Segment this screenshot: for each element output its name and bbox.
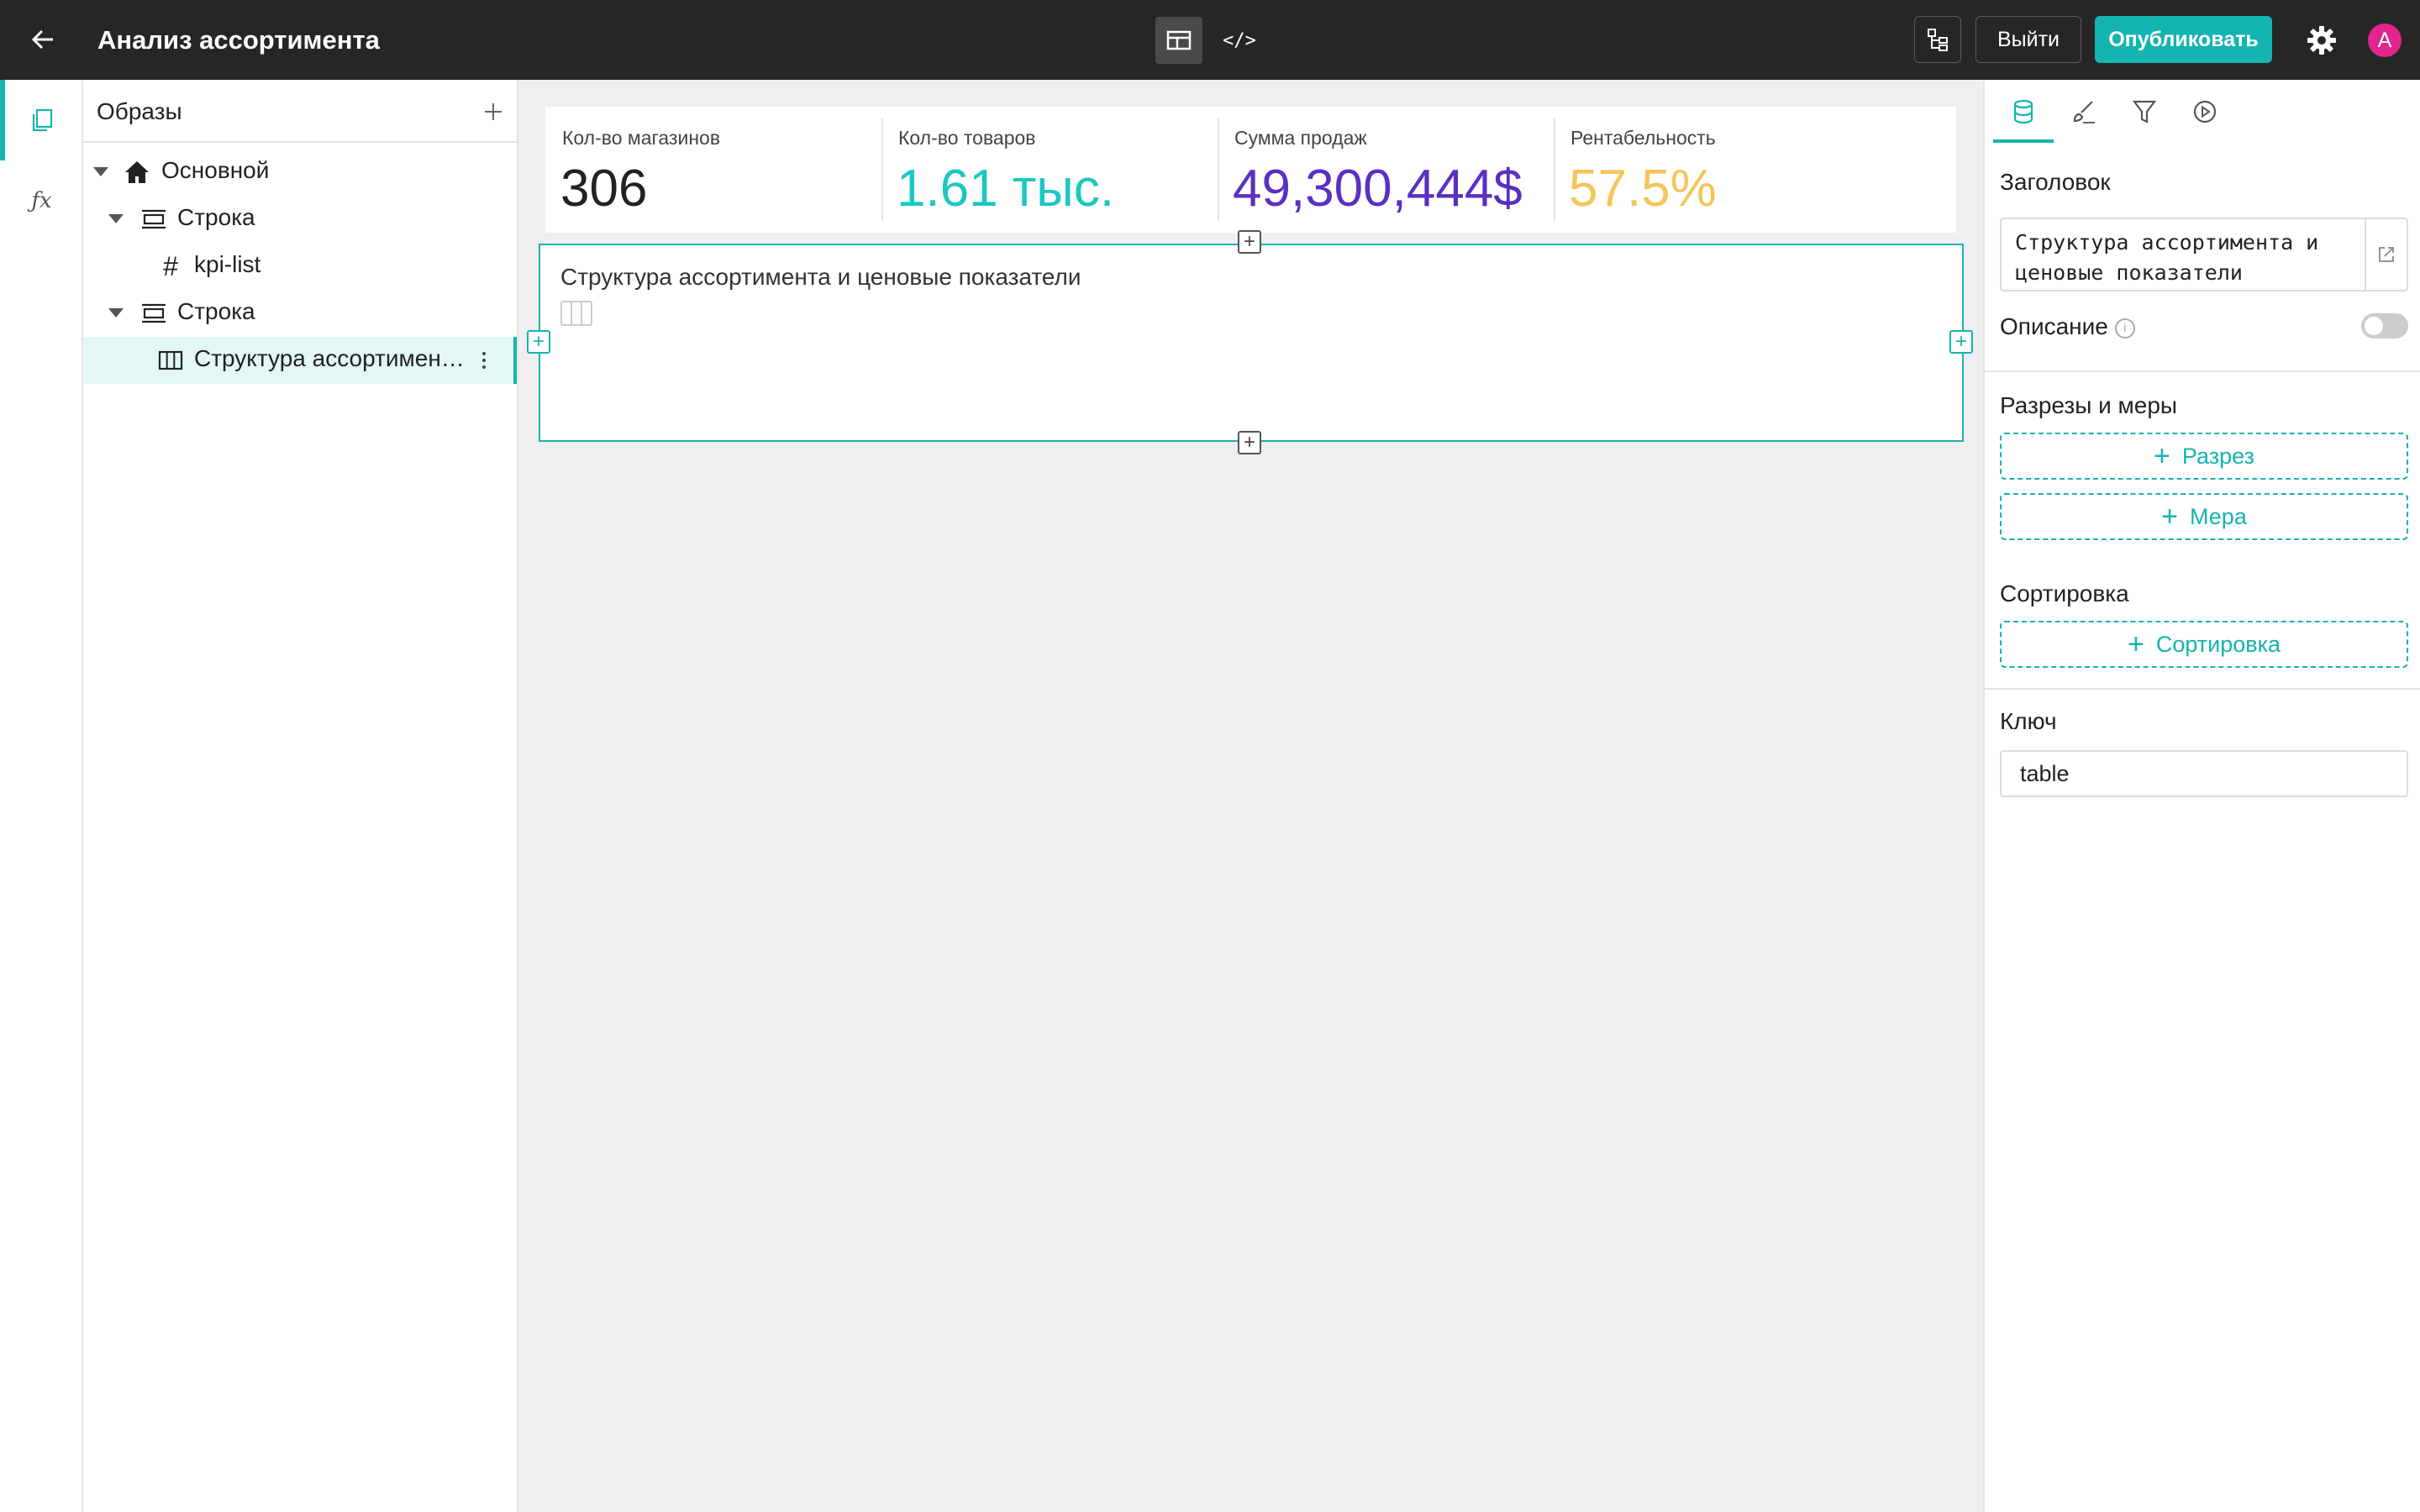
tree-item-label: Основной [161, 157, 270, 183]
gear-icon [2307, 26, 2336, 55]
kpi-card[interactable]: Сумма продаж 49,300,444$ [1218, 107, 1554, 233]
pages-icon [32, 108, 52, 132]
home-icon [122, 157, 152, 187]
tree-item-main[interactable]: Основной [83, 149, 517, 196]
external-link-icon [2379, 247, 2394, 262]
caret-down-icon[interactable] [108, 214, 124, 223]
kpi-card[interactable]: Кол-во товаров 1.61 тыс. [881, 107, 1218, 233]
kpi-label: Рентабельность [1570, 127, 1716, 149]
plus-icon [485, 103, 502, 120]
add-dimension-label: Разрез [2181, 443, 2254, 469]
info-icon[interactable]: i [2114, 318, 2135, 339]
add-sort-label: Сортировка [2155, 631, 2281, 657]
tree-item-label: Строка [177, 298, 255, 324]
sort-label: Сортировка [2000, 580, 2129, 606]
play-circle-icon [2193, 100, 2217, 123]
more-vertical-icon[interactable] [471, 344, 497, 377]
layout-mode-button[interactable] [1155, 17, 1202, 64]
kpi-value: 306 [560, 160, 648, 218]
structure-icon [1928, 29, 1948, 51]
widget-title: Структура ассортимента и ценовые показат… [560, 264, 1081, 290]
tree-panel: Образы Основной Строка # kpi-list Строка [83, 80, 518, 1512]
add-below-handle[interactable]: + [1238, 431, 1261, 454]
divider [1985, 370, 2420, 372]
add-dimension-button[interactable]: + Разрез [2000, 433, 2408, 480]
add-above-handle[interactable]: + [1238, 230, 1261, 254]
code-mode-button[interactable]: </> [1216, 17, 1263, 64]
kpi-label: Кол-во товаров [898, 127, 1036, 149]
kpi-card[interactable]: Рентабельность 57.5% [1554, 107, 1956, 233]
dims-measures-label: Разрезы и меры [2000, 392, 2178, 418]
key-input[interactable]: table [2000, 750, 2408, 797]
tree-item-kpi-list[interactable]: # kpi-list [83, 243, 517, 290]
description-toggle[interactable] [2361, 313, 2408, 339]
table-placeholder-icon [560, 301, 592, 326]
tree-item-label: Структура ассортимен… [194, 345, 465, 371]
heading-label: Заголовок [2000, 169, 2111, 195]
plus-icon: + [2154, 440, 2170, 472]
kpi-value: 1.61 тыс. [897, 160, 1115, 218]
kpi-card[interactable]: Кол-во магазинов 306 [545, 107, 881, 233]
layout-icon [1166, 30, 1192, 50]
rail-pages-button[interactable] [0, 80, 83, 160]
tree-item-row[interactable]: Строка [83, 196, 517, 243]
add-measure-label: Мера [2190, 503, 2247, 529]
page-title: Анализ ассортимента [97, 25, 380, 55]
left-rail: ƒx [0, 80, 83, 1512]
table-widget[interactable]: Структура ассортимента и ценовые показат… [539, 244, 1964, 442]
add-view-button[interactable] [475, 93, 512, 130]
avatar[interactable]: A [2368, 24, 2402, 57]
row-icon [139, 204, 169, 234]
database-icon [2013, 99, 2033, 123]
tree-item-label: Строка [177, 204, 255, 230]
add-sort-button[interactable]: + Сортировка [2000, 621, 2408, 668]
settings-button[interactable] [2298, 17, 2345, 64]
row-icon [139, 298, 169, 328]
tree-item-row[interactable]: Строка [83, 290, 517, 337]
properties-panel: Заголовок Структура ассортимента и ценов… [1983, 80, 2420, 1512]
back-button[interactable] [20, 17, 66, 62]
plus-icon: + [2161, 501, 2178, 533]
tree-item-table[interactable]: Структура ассортимен… [83, 337, 517, 384]
rail-formulas-button[interactable]: ƒx [0, 160, 83, 241]
brush-icon [2073, 100, 2095, 123]
caret-down-icon[interactable] [93, 167, 108, 176]
filter-icon [2133, 100, 2156, 123]
heading-value[interactable]: Структура ассортимента и ценовые показат… [2015, 228, 2360, 288]
tab-actions[interactable] [2175, 80, 2235, 143]
add-measure-button[interactable]: + Мера [2000, 493, 2408, 540]
tree-header: Образы [83, 80, 517, 143]
plus-icon: + [2127, 628, 2144, 660]
key-label: Ключ [2000, 708, 2057, 734]
open-editor-button[interactable] [2365, 219, 2407, 290]
dashboard-canvas: Кол-во магазинов 306 Кол-во товаров 1.61… [518, 80, 1983, 1512]
properties-tabs [1985, 80, 2420, 143]
tab-style[interactable] [2054, 80, 2114, 143]
divider [1985, 688, 2420, 690]
table-icon [155, 345, 186, 375]
arrow-left-icon [31, 29, 53, 50]
function-icon: ƒx [31, 188, 52, 213]
top-bar: Анализ ассортимента </> Выйти Опубликова… [0, 0, 2420, 80]
tree-title: Образы [97, 98, 182, 124]
kpi-value: 57.5% [1569, 160, 1717, 218]
tab-filters[interactable] [2114, 80, 2175, 143]
kpi-value: 49,300,444$ [1233, 160, 1523, 218]
caret-down-icon[interactable] [108, 308, 124, 318]
tree-item-label: kpi-list [194, 251, 261, 277]
tab-data[interactable] [1993, 80, 2054, 143]
kpi-list[interactable]: Кол-во магазинов 306 Кол-во товаров 1.61… [545, 107, 1956, 233]
code-icon: </> [1223, 29, 1256, 51]
kpi-label: Сумма продаж [1234, 127, 1367, 149]
description-label: Описание [2000, 313, 2108, 339]
logout-button[interactable]: Выйти [1975, 16, 2081, 63]
description-row: Описание i [2000, 313, 2135, 340]
heading-field[interactable]: Структура ассортимента и ценовые показат… [2000, 218, 2408, 291]
structure-button[interactable] [1914, 16, 1961, 63]
add-right-handle[interactable]: + [1949, 330, 1973, 354]
hash-icon: # [163, 250, 178, 281]
publish-button[interactable]: Опубликовать [2095, 16, 2272, 63]
kpi-label: Кол-во магазинов [562, 127, 721, 149]
add-left-handle[interactable]: + [527, 330, 550, 354]
